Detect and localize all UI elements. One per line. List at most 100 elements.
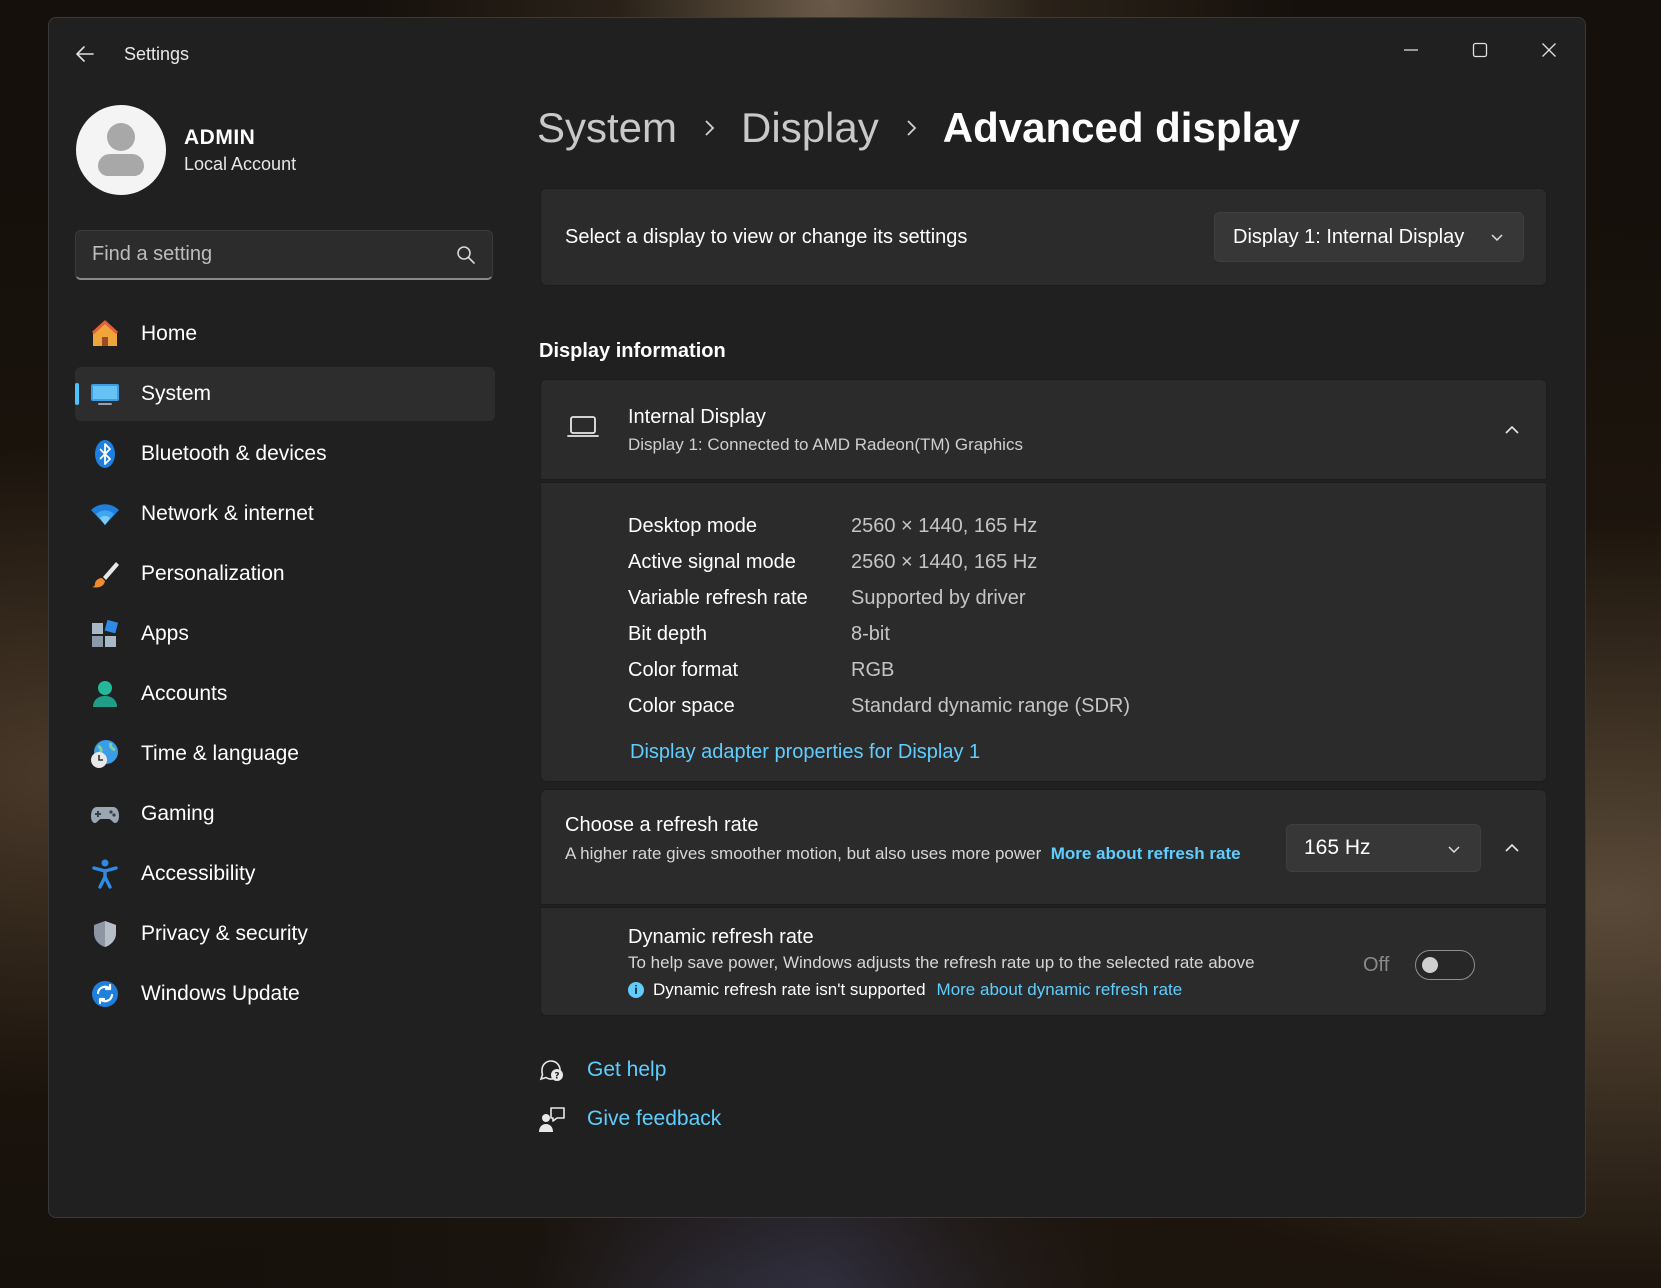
dynamic-refresh-note: i Dynamic refresh rate isn't supported M… (628, 980, 1182, 1000)
collapse-refresh-rate-button[interactable] (1492, 828, 1532, 868)
minimize-icon (1404, 49, 1418, 51)
info-key: Color space (628, 695, 735, 717)
get-help-row[interactable]: ? Get help (537, 1055, 666, 1085)
sidebar-item-privacy[interactable]: Privacy & security (75, 907, 495, 961)
refresh-rate-description: A higher rate gives smoother motion, but… (565, 844, 1042, 863)
info-icon: i (628, 982, 644, 998)
breadcrumb-display[interactable]: Display (741, 104, 879, 152)
more-about-dynamic-refresh-link[interactable]: More about dynamic refresh rate (937, 980, 1183, 1000)
search-input[interactable] (92, 243, 452, 266)
dynamic-refresh-title: Dynamic refresh rate (628, 926, 814, 948)
give-feedback-link[interactable]: Give feedback (587, 1107, 721, 1131)
info-row: Desktop mode 2560 × 1440, 165 Hz (628, 515, 1037, 538)
chevron-down-icon (1491, 234, 1503, 242)
wifi-icon (87, 496, 123, 532)
display-name: Internal Display (628, 406, 766, 428)
chevron-right-icon (905, 119, 917, 137)
maximize-icon (1472, 42, 1488, 58)
minimize-button[interactable] (1383, 32, 1439, 68)
toggle-state-label: Off (1363, 954, 1390, 976)
give-feedback-row[interactable]: Give feedback (537, 1104, 721, 1134)
sidebar-item-personalization[interactable]: Personalization (75, 547, 495, 601)
dynamic-refresh-note-text: Dynamic refresh rate isn't supported (653, 980, 926, 999)
sidebar-item-label: Accessibility (141, 862, 256, 885)
sidebar-item-accessibility[interactable]: Accessibility (75, 847, 495, 901)
display-dropdown[interactable]: Display 1: Internal Display (1214, 212, 1524, 262)
sidebar-item-label: Bluetooth & devices (141, 442, 327, 465)
app-title: Settings (124, 44, 190, 64)
accessibility-icon (87, 856, 123, 892)
svg-text:?: ? (554, 1072, 559, 1082)
get-help-link[interactable]: Get help (587, 1058, 666, 1082)
bluetooth-icon (87, 436, 123, 472)
refresh-rate-value: 165 Hz (1304, 836, 1371, 859)
back-arrow-icon (76, 46, 94, 62)
chevron-up-icon (1505, 843, 1519, 852)
close-icon (1542, 43, 1556, 57)
sidebar-item-home[interactable]: Home (75, 307, 495, 361)
refresh-rate-dropdown[interactable]: 165 Hz (1286, 824, 1481, 872)
back-button[interactable] (69, 38, 101, 70)
sidebar-item-label: Accounts (141, 682, 228, 705)
settings-window: Settings ADMIN Local Account Home (48, 17, 1586, 1218)
display-adapter-properties-link[interactable]: Display adapter properties for Display 1 (630, 741, 980, 764)
sidebar-item-system[interactable]: System (75, 367, 495, 421)
display-select-label: Select a display to view or change its s… (565, 225, 968, 248)
sidebar-item-accounts[interactable]: Accounts (75, 667, 495, 721)
info-value: 8-bit (851, 623, 890, 645)
feedback-icon (537, 1104, 567, 1134)
sidebar-item-label: Privacy & security (141, 922, 308, 945)
title-bar: Settings (49, 18, 1585, 84)
breadcrumb-system[interactable]: System (537, 104, 677, 152)
sidebar-item-network[interactable]: Network & internet (75, 487, 495, 541)
info-key: Variable refresh rate (628, 587, 808, 609)
chevron-down-icon (1448, 846, 1460, 854)
refresh-rate-card: Choose a refresh rate A higher rate give… (540, 789, 1547, 905)
sidebar-item-gaming[interactable]: Gaming (75, 787, 495, 841)
chevron-up-icon (1505, 425, 1519, 434)
sidebar-item-windows-update[interactable]: Windows Update (75, 967, 495, 1021)
display-select-card: Select a display to view or change its s… (540, 188, 1547, 286)
sidebar-item-apps[interactable]: Apps (75, 607, 495, 661)
display-connection: Display 1: Connected to AMD Radeon(TM) G… (628, 435, 1023, 454)
section-heading: Display information (539, 340, 726, 362)
avatar (76, 105, 166, 195)
collapse-display-info-button[interactable] (1492, 410, 1532, 450)
profile-name: ADMIN (184, 125, 256, 149)
more-about-refresh-rate-link[interactable]: More about refresh rate (1051, 844, 1241, 863)
info-key: Desktop mode (628, 515, 757, 537)
sidebar-nav: Home System Bluetooth & devices Network … (75, 307, 495, 1027)
help-chat-icon: ? (537, 1055, 567, 1085)
laptop-icon (567, 416, 599, 437)
dynamic-refresh-description: To help save power, Windows adjusts the … (628, 953, 1255, 972)
user-profile[interactable]: ADMIN Local Account (76, 104, 296, 196)
shield-icon (87, 916, 123, 952)
sidebar-item-label: Network & internet (141, 502, 314, 525)
refresh-rate-title: Choose a refresh rate (565, 814, 759, 836)
sidebar-item-label: Windows Update (141, 982, 300, 1005)
info-row: Color format RGB (628, 659, 894, 682)
home-icon (87, 316, 123, 352)
accounts-icon (87, 676, 123, 712)
info-key: Bit depth (628, 623, 707, 645)
close-button[interactable] (1521, 32, 1577, 68)
profile-account-type: Local Account (184, 153, 297, 174)
dynamic-refresh-rate-card: Dynamic refresh rate To help save power,… (540, 907, 1547, 1016)
dynamic-refresh-toggle[interactable] (1415, 950, 1475, 980)
sidebar-item-bluetooth[interactable]: Bluetooth & devices (75, 427, 495, 481)
chevron-right-icon (703, 119, 715, 137)
maximize-button[interactable] (1452, 32, 1508, 68)
info-value: Standard dynamic range (SDR) (851, 695, 1131, 717)
update-icon (87, 976, 123, 1012)
internal-display-header[interactable]: Internal Display Display 1: Connected to… (540, 379, 1547, 480)
refresh-rate-description-block: A higher rate gives smoother motion, but… (565, 842, 1245, 865)
search-icon[interactable] (456, 245, 476, 265)
sidebar-item-label: Home (141, 322, 198, 345)
search-box (75, 230, 493, 280)
info-value: 2560 × 1440, 165 Hz (851, 551, 1038, 573)
sidebar-item-label: Time & language (141, 742, 299, 765)
gamepad-icon (87, 796, 123, 832)
sidebar-item-time-language[interactable]: Time & language (75, 727, 495, 781)
info-row: Variable refresh rate Supported by drive… (628, 587, 1026, 610)
sidebar-item-label: Gaming (141, 802, 215, 825)
